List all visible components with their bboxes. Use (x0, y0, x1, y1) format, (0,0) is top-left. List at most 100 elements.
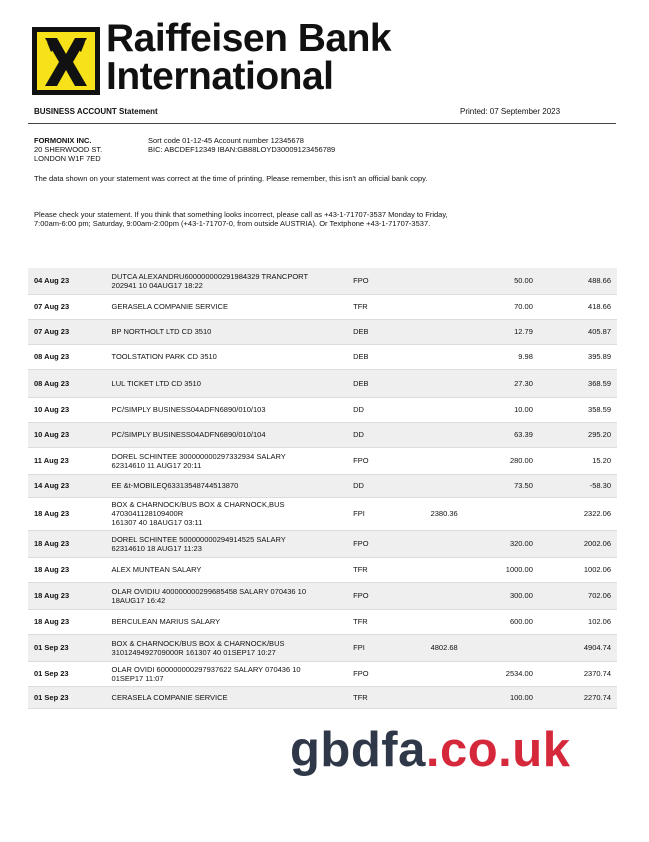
cell-balance: 702.06 (538, 582, 617, 610)
cell-type: DEB (347, 369, 408, 398)
cell-description-line: 3101249492709000R 161307 40 01SEP17 10:2… (111, 647, 276, 657)
cell-description: DUTCA ALEXANDRU600000000291984329 TRANCP… (105, 268, 348, 295)
cell-balance: 405.87 (538, 319, 617, 345)
cell-out: 100.00 (463, 686, 539, 709)
table-row: 08 Aug 23 LUL TICKET LTD CD 3510 DEB 27.30 3… (28, 369, 617, 398)
bic-iban-line: BIC: ABCDEF12349 IBAN:GB88LOYD3000912345… (148, 145, 336, 154)
cell-description: GERASELA COMPANIE SERVICE (105, 294, 348, 320)
cell-date: 14 Aug 23 (28, 474, 106, 498)
cell-date: 01 Sep 23 (28, 686, 106, 709)
table-header-row: Date Description Type In (£) Out (£) Bal… (28, 242, 617, 268)
cell-description-line: CERASELA COMPANIE SERVICE (111, 692, 228, 702)
cell-type: FPO (347, 268, 408, 295)
cell-out: 9.98 (463, 344, 539, 370)
table-row: 18 Aug 23 BOX & CHARNOCK/BUS BOX & CHARNO… (28, 497, 617, 531)
cell-in (407, 344, 464, 370)
table-row: 18 Aug 23 ALEX MUNTEAN SALARY TFR 1000.00 10… (28, 557, 617, 583)
header-description: Description (105, 242, 348, 268)
cell-in (407, 530, 464, 558)
cell-balance: 2322.06 (538, 497, 617, 531)
cell-date: 01 Sep 23 (28, 661, 106, 687)
cell-date: 18 Aug 23 (28, 582, 106, 610)
cell-description-line: BP NORTHOLT LTD CD 3510 (111, 327, 212, 336)
cell-date: 11 Aug 23 (28, 447, 106, 475)
statement-title: BUSINESS ACCOUNT Statement (34, 107, 158, 116)
cell-balance: 488.66 (538, 268, 617, 295)
table-row: 11 Aug 23 DOREL SCHINTEE 3000000002973329… (28, 447, 617, 475)
cell-description-line: DOREL SCHINTEE 300000000297332934 SALARY (111, 451, 286, 461)
cell-in: 4802.68 (407, 634, 464, 662)
cell-type: FPO (347, 530, 408, 558)
cell-out: 320.00 (463, 530, 539, 558)
printing-note: The data shown on your statement was cor… (34, 174, 428, 183)
table-row: 14 Aug 23 EE &t-MOBILEQ63313548744513870 D… (28, 474, 617, 498)
cell-description: EE &t-MOBILEQ63313548744513870 (105, 474, 348, 498)
table-row: 18 Aug 23 DOREL SCHINTEE 5000000002949145… (28, 530, 617, 558)
table-row: 01 Sep 23 OLAR OVIDI 600000000297937622 S… (28, 661, 617, 687)
cell-description-line: 62314610 11 AUG17 20:11 (111, 460, 202, 470)
watermark-part2: .co.uk (425, 723, 571, 777)
cell-description-line: 18AUG17 16:42 (111, 595, 166, 605)
cell-type: TFR (347, 609, 408, 635)
cell-type: FPO (347, 447, 408, 475)
cell-out: 2534.00 (463, 661, 539, 687)
cell-description-line: GERASELA COMPANIE SERVICE (111, 302, 228, 311)
cell-description: OLAR OVIDI 600000000297937622 SALARY 070… (105, 661, 348, 687)
table-row: 07 Aug 23 GERASELA COMPANIE SERVICE TFR 70.… (28, 294, 617, 320)
table-row: 10 Aug 23 PC/SIMPLY BUSINESS04ADFN6890/01… (28, 397, 617, 423)
table-row: 18 Aug 23 OLAR OVIDIU 400000000299685458 … (28, 582, 617, 610)
cell-balance: 1002.06 (538, 557, 617, 583)
cell-in (407, 582, 464, 610)
header-type: Type (347, 242, 408, 268)
cell-in (407, 447, 464, 475)
cell-description-line: DUTCA ALEXANDRU600000000291984329 TRANCP… (111, 271, 309, 281)
table-row: 07 Aug 23 BP NORTHOLT LTD CD 3510 DEB 12.79… (28, 319, 617, 345)
watermark-part1: gbdfa (290, 723, 426, 777)
company-name: FORMONIX INC. (34, 136, 92, 145)
bank-name: Raiffeisen Bank International (106, 19, 392, 98)
sort-code-line: Sort code 01-12-45 Account number 123456… (148, 136, 304, 145)
cell-date: 08 Aug 23 (28, 369, 106, 398)
cell-out: 300.00 (463, 582, 539, 610)
cell-balance: 2002.06 (538, 530, 617, 558)
cell-date: 08 Aug 23 (28, 344, 106, 370)
cell-date: 18 Aug 23 (28, 557, 106, 583)
cell-out: 280.00 (463, 447, 539, 475)
table-row: 01 Sep 23 CERASELA COMPANIE SERVICE TFR 100… (28, 686, 617, 709)
cell-date: 10 Aug 23 (28, 422, 106, 448)
cell-in (407, 319, 464, 345)
cell-description: BP NORTHOLT LTD CD 3510 (105, 319, 348, 345)
cell-balance: 358.59 (538, 397, 617, 423)
cell-type: FPO (347, 661, 408, 687)
cell-description: TOOLSTATION PARK CD 3510 (105, 344, 348, 370)
cell-out: 10.00 (463, 397, 539, 423)
cell-description-line: TOOLSTATION PARK CD 3510 (111, 352, 217, 361)
cell-balance: 2270.74 (538, 686, 617, 709)
bank-name-line2: International (106, 55, 334, 98)
cell-balance: 15.20 (538, 447, 617, 475)
cell-in (407, 369, 464, 398)
cell-description-line: BOX & CHARNOCK/BUS BOX & CHARNOCK/BUS (111, 638, 285, 648)
cell-description: CERASELA COMPANIE SERVICE (105, 686, 348, 709)
cell-type: DEB (347, 344, 408, 370)
cell-description-line: LUL TICKET LTD CD 3510 (111, 378, 201, 388)
cell-balance: 2370.74 (538, 661, 617, 687)
address-line2: LONDON W1F 7ED (34, 154, 101, 163)
cell-in (407, 268, 464, 295)
cell-balance: 102.06 (538, 609, 617, 635)
header-divider (28, 123, 616, 124)
cell-description-line: 01SEP17 11:07 (111, 673, 164, 683)
cell-description: OLAR OVIDIU 400000000299685458 SALARY 07… (105, 582, 348, 610)
cell-date: 10 Aug 23 (28, 397, 106, 423)
account-codes: Sort code 01-12-45 Account number 123456… (148, 136, 335, 154)
cell-out: 12.79 (463, 319, 539, 345)
cell-description-line: 202941 10 04AUG17 18:22 (111, 280, 203, 290)
cell-in (407, 686, 464, 709)
cell-type: DD (347, 397, 408, 423)
cell-out (463, 497, 539, 531)
cell-type: DD (347, 474, 408, 498)
transactions-body: 04 Aug 23 DUTCA ALEXANDRU6000000002919843… (28, 268, 617, 709)
cell-description-line: EE &t-MOBILEQ63313548744513870 (111, 481, 239, 490)
header-balance: Balance (£) (538, 242, 617, 268)
cell-type: FPI (347, 497, 408, 531)
